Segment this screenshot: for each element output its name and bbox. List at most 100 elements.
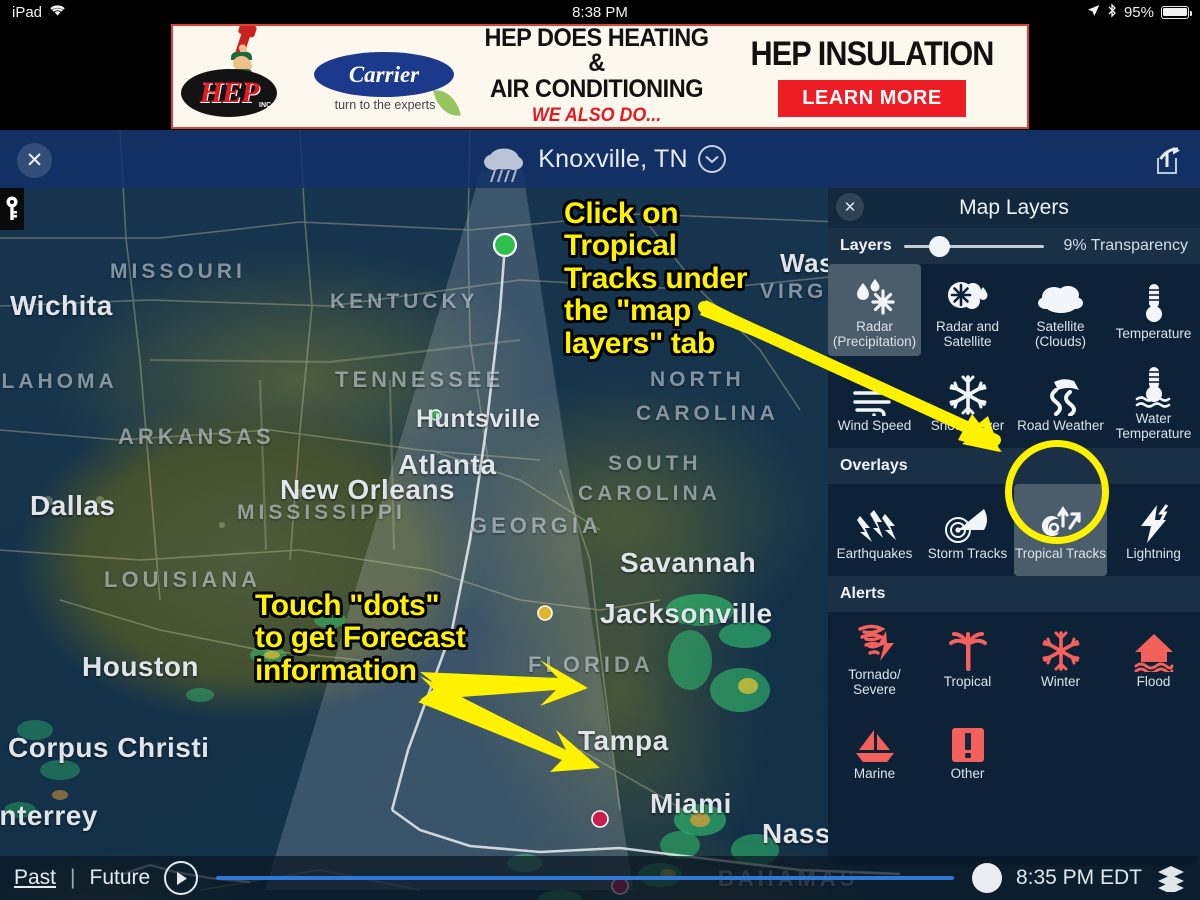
- radar-precipitation-icon: [851, 275, 899, 317]
- snowflake-icon: [947, 374, 989, 416]
- tile-flood-house[interactable]: Flood: [1107, 612, 1200, 704]
- carrier-brand-text: Carrier: [348, 61, 420, 87]
- transparency-slider[interactable]: [903, 234, 1044, 258]
- tile-snowflake-alert[interactable]: Winter: [1014, 612, 1107, 704]
- satellite-clouds-icon: [1036, 275, 1086, 317]
- annotation-line: Touch "dots": [255, 589, 440, 622]
- tile-storm-tracks[interactable]: Storm Tracks: [921, 484, 1014, 576]
- road-weather-icon: [1038, 374, 1084, 417]
- timeline-bar[interactable]: Past | Future 8:35 PM EDT: [0, 856, 1200, 900]
- status-bar-clock: 8:38 PM: [572, 3, 628, 21]
- close-icon[interactable]: ✕: [836, 193, 864, 221]
- annotation-line: layers" tab: [564, 326, 716, 360]
- snowflake-alert-icon: [1040, 630, 1082, 672]
- thermometer-icon: [1140, 282, 1168, 324]
- tile-exclamation[interactable]: Other: [921, 704, 1014, 796]
- tile-radar-precipitation[interactable]: Radar (Precipitation): [828, 264, 921, 356]
- tile-label: Tropical Tracks: [1014, 546, 1107, 562]
- share-icon[interactable]: [1152, 146, 1182, 176]
- timeline-separator: |: [70, 866, 76, 889]
- tile-wind[interactable]: Wind Speed: [828, 356, 921, 448]
- past-tab[interactable]: Past: [14, 866, 56, 890]
- tile-label: Satellite (Clouds): [1034, 318, 1086, 349]
- tile-sailboat[interactable]: Marine: [828, 704, 921, 796]
- tile-water-temperature[interactable]: Water Temperature: [1107, 356, 1200, 448]
- radar-satellite-icon: [943, 275, 993, 317]
- timeline-knob[interactable]: [971, 863, 1002, 893]
- tile-label: Earthquakes: [836, 546, 913, 562]
- header-center: Knoxville, TN: [0, 130, 1200, 188]
- play-icon[interactable]: [164, 861, 199, 895]
- page-title: Knoxville, TN: [538, 144, 688, 173]
- tile-snowflake[interactable]: Snow Cover: [921, 356, 1014, 448]
- map-key-icon[interactable]: [0, 188, 24, 230]
- tile-label: Tornado/Severe: [848, 666, 901, 697]
- hep-brand-sub: INC.: [259, 102, 273, 109]
- location-header-bar: ✕ Knoxville, TN: [0, 130, 1200, 188]
- hep-logo: HEP INC.: [173, 26, 298, 127]
- wind-icon: [851, 374, 899, 417]
- ad-headline: HEP DOES HEATING & AIR CONDITIONING WE A…: [466, 24, 727, 127]
- tile-lightning[interactable]: Lightning: [1107, 484, 1200, 576]
- tile-label: Road Weather: [1017, 418, 1104, 434]
- tile-label: Radar and Satellite: [935, 318, 1000, 349]
- advertisement-banner[interactable]: HEP INC. Carrier turn to the experts HEP…: [171, 24, 1029, 129]
- section-header-layers: Layers 9% Transparency: [828, 228, 1200, 264]
- ad-headline-line1: HEP DOES HEATING &: [484, 24, 709, 78]
- tile-earthquake[interactable]: Earthquakes: [828, 484, 921, 576]
- tile-label: Winter: [1040, 674, 1080, 690]
- tropical-tracks-highlight-ring: [1005, 440, 1109, 544]
- exclamation-icon: [950, 722, 986, 764]
- ad-headline-line3: WE ALSO DO...: [531, 105, 662, 127]
- annotation-line: Tracks under: [564, 261, 748, 295]
- section-title-layers: Layers: [840, 237, 892, 254]
- section-title-alerts: Alerts: [840, 585, 886, 602]
- annotation-tropical-tracks: Click on Tropical Tracks under the "map laye…: [564, 197, 748, 360]
- section-title-overlays: Overlays: [840, 457, 908, 474]
- ad-headline-line2: AIR CONDITIONING: [489, 74, 704, 103]
- timeline-time: 8:35 PM EDT: [1015, 866, 1142, 889]
- timeline-track[interactable]: [216, 876, 954, 880]
- slider-knob[interactable]: [928, 235, 950, 257]
- earthquake-icon: [852, 502, 898, 544]
- tile-label: Flood: [1136, 674, 1171, 690]
- chevron-down-icon[interactable]: [697, 145, 726, 173]
- panel-header: ✕ Map Layers: [828, 188, 1200, 228]
- tile-road-weather[interactable]: Road Weather: [1014, 356, 1107, 448]
- night-cloud-rain-icon: [474, 137, 528, 185]
- flood-house-icon: [1133, 630, 1175, 673]
- tile-label: Marine: [853, 766, 896, 782]
- lightning-icon: [1137, 502, 1171, 544]
- tile-radar-satellite[interactable]: Radar and Satellite: [921, 264, 1014, 356]
- ad-right-title: HEP INSULATION: [750, 34, 995, 73]
- tile-palm-tree[interactable]: Tropical: [921, 612, 1014, 704]
- tile-label: Other: [950, 766, 985, 782]
- transparency-label: 9% Transparency: [1063, 237, 1188, 254]
- storm-tracks-icon: [944, 502, 992, 544]
- annotation-line: information: [255, 653, 417, 687]
- tile-label: Storm Tracks: [927, 546, 1008, 562]
- layers-stack-icon[interactable]: [1156, 864, 1186, 894]
- ad-right-block: HEP INSULATION LEARN MORE: [727, 37, 1027, 117]
- tile-thermometer[interactable]: Temperature: [1107, 264, 1200, 356]
- map-layers-panel[interactable]: ✕ Map Layers Layers 9% Transparency Rada…: [828, 188, 1200, 866]
- tile-label: Snow Cover: [930, 418, 1005, 434]
- app-root: iPad 8:38 PM 95% HEP INC. Carrier turn t…: [0, 0, 1200, 900]
- sailboat-icon: [853, 722, 897, 764]
- annotation-line: Click on: [564, 197, 679, 230]
- tile-label: Lightning: [1126, 546, 1181, 562]
- tile-label: Temperature: [1115, 326, 1192, 342]
- tile-label: Tropical: [943, 674, 992, 690]
- tile-satellite-clouds[interactable]: Satellite (Clouds): [1014, 264, 1107, 356]
- annotation-touch-dots: Touch "dots" to get Forecast information: [255, 589, 466, 687]
- palm-tree-icon: [948, 630, 988, 672]
- panel-title: Map Layers: [959, 196, 1069, 219]
- future-tab[interactable]: Future: [90, 866, 151, 890]
- tile-tornado[interactable]: Tornado/Severe: [828, 612, 921, 704]
- annotation-line: Tropical: [564, 229, 677, 263]
- layers-grid: Radar (Precipitation) Radar and Satellite Sa…: [828, 264, 1200, 448]
- learn-more-button[interactable]: LEARN MORE: [778, 79, 966, 117]
- annotation-line: to get Forecast: [255, 621, 466, 655]
- tornado-icon: [852, 623, 898, 665]
- annotation-line: the "map: [564, 294, 691, 328]
